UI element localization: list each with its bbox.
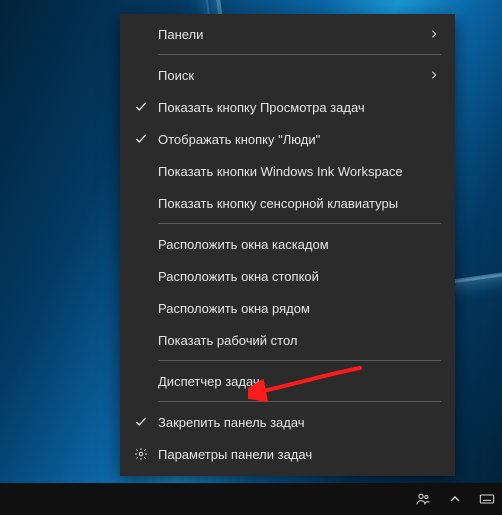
gear-icon [130,447,152,461]
menu-separator [158,54,441,55]
check-icon [130,415,152,429]
people-icon[interactable] [414,490,432,508]
menu-item-label: Показать кнопку сенсорной клавиатуры [158,197,427,210]
taskbar[interactable] [0,483,502,515]
menu-item[interactable]: Расположить окна стопкой [120,260,455,292]
menu-item[interactable]: Показать кнопки Windows Ink Workspace [120,155,455,187]
menu-item[interactable]: Расположить окна каскадом [120,228,455,260]
menu-item-label: Показать рабочий стол [158,334,427,347]
menu-item[interactable]: Показать кнопку Просмотра задач [120,91,455,123]
keyboard-icon[interactable] [478,490,496,508]
menu-item[interactable]: Показать кнопку сенсорной клавиатуры [120,187,455,219]
menu-item[interactable]: Показать рабочий стол [120,324,455,356]
menu-item-label: Панели [158,28,427,41]
menu-item-label: Отображать кнопку "Люди" [158,133,427,146]
menu-item[interactable]: Расположить окна рядом [120,292,455,324]
menu-item-label: Поиск [158,69,427,82]
tray-chevron-icon[interactable] [446,490,464,508]
menu-item[interactable]: Панели [120,18,455,50]
chevron-right-icon [427,70,441,80]
menu-separator [158,401,441,402]
menu-separator [158,360,441,361]
menu-item-label: Параметры панели задач [158,448,427,461]
menu-item-label: Показать кнопки Windows Ink Workspace [158,165,427,178]
check-icon [130,132,152,146]
menu-item[interactable]: Отображать кнопку "Люди" [120,123,455,155]
taskbar-context-menu: Панели Поиск Показать кнопку Просмотра зад… [120,14,455,476]
menu-item-label: Расположить окна рядом [158,302,427,315]
menu-item-label: Расположить окна стопкой [158,270,427,283]
menu-item-label: Диспетчер задач [158,375,427,388]
check-icon [130,100,152,114]
menu-item-label: Закрепить панель задач [158,416,427,429]
chevron-right-icon [427,29,441,39]
menu-item-label: Показать кнопку Просмотра задач [158,101,427,114]
menu-item[interactable]: Параметры панели задач [120,438,455,470]
menu-item-label: Расположить окна каскадом [158,238,427,251]
menu-item[interactable]: Диспетчер задач [120,365,455,397]
menu-item[interactable]: Поиск [120,59,455,91]
menu-separator [158,223,441,224]
menu-item[interactable]: Закрепить панель задач [120,406,455,438]
